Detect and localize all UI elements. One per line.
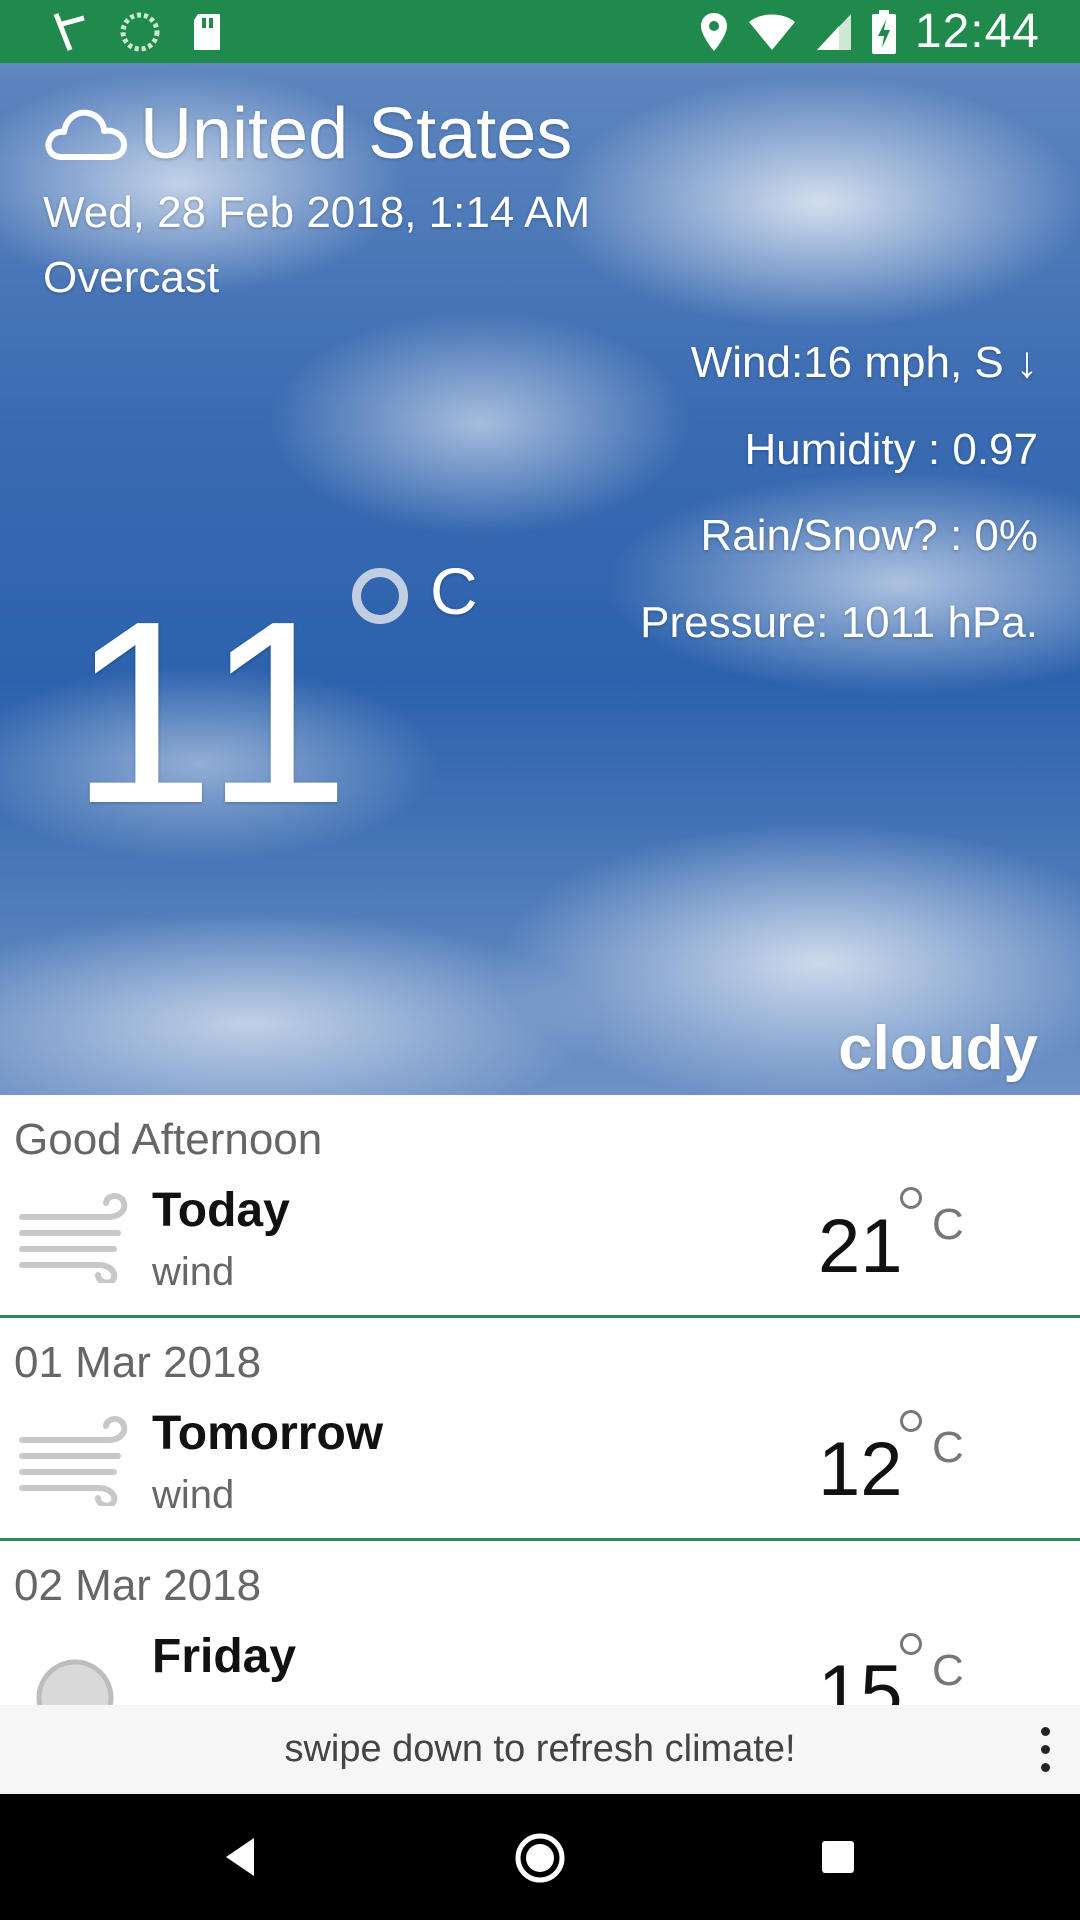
- forecast-date: 02 Mar 2018: [14, 1561, 262, 1610]
- degree-symbol: [352, 568, 408, 624]
- status-time: 12:44: [914, 5, 1040, 58]
- forecast-day: Tomorrow: [152, 1407, 384, 1460]
- degree-symbol: [900, 1633, 922, 1655]
- battery-charging-icon: [871, 9, 896, 54]
- wind-detail: Wind:16 mph, S ↓: [690, 338, 1038, 387]
- cell-signal-icon: [816, 13, 851, 50]
- forecast-card-today[interactable]: Good Afternoon Today wind 21 C: [0, 1095, 1080, 1318]
- wifi-icon: [748, 14, 795, 50]
- current-condition: Overcast: [43, 253, 220, 302]
- forecast-desc: wind: [152, 1473, 235, 1517]
- forecast-date: 01 Mar 2018: [14, 1338, 262, 1387]
- overflow-menu-icon[interactable]: [1030, 1727, 1060, 1773]
- sync-icon: [120, 12, 160, 52]
- recents-icon[interactable]: [822, 1841, 854, 1873]
- current-temperature: 11: [70, 568, 360, 858]
- weather-hero: United States Wed, 28 Feb 2018, 1:14 AM …: [0, 63, 1080, 1095]
- wind-icon: [19, 1193, 128, 1283]
- sd-card-icon: [194, 14, 220, 50]
- cloud-icon: [45, 109, 127, 160]
- degree-symbol: [900, 1410, 922, 1432]
- degree-symbol: [900, 1187, 922, 1209]
- temperature-unit: C: [430, 554, 478, 628]
- forecast-temp: 12: [818, 1427, 903, 1512]
- forecast-day: Today: [152, 1184, 290, 1237]
- navigation-bar: [0, 1794, 1080, 1920]
- forecast-unit: C: [932, 1423, 964, 1472]
- status-bar: 12:44: [0, 0, 1080, 63]
- signal-strength-icon: [53, 13, 85, 51]
- status-left: [50, 10, 226, 54]
- forecast-list[interactable]: Good Afternoon Today wind 21 C 01 Mar 20…: [0, 1095, 1080, 1761]
- home-icon[interactable]: [514, 1832, 566, 1884]
- forecast-card-tomorrow[interactable]: 01 Mar 2018 Tomorrow wind 12 C: [0, 1318, 1080, 1541]
- forecast-date: Good Afternoon: [14, 1115, 323, 1164]
- forecast-temp: 21: [818, 1204, 903, 1289]
- wind-icon: [19, 1416, 128, 1506]
- location-title: United States: [140, 94, 573, 174]
- current-datetime: Wed, 28 Feb 2018, 1:14 AM: [43, 188, 591, 237]
- humidity-detail: Humidity : 0.97: [744, 425, 1038, 474]
- forecast-day: Friday: [152, 1630, 297, 1683]
- pressure-detail: Pressure: 1011 hPa.: [640, 598, 1038, 647]
- location-icon: [700, 12, 727, 51]
- refresh-hint-text: swipe down to refresh climate!: [284, 1728, 796, 1770]
- weather-label: cloudy: [838, 1014, 1038, 1083]
- forecast-unit: C: [932, 1200, 964, 1249]
- forecast-unit: C: [932, 1646, 964, 1695]
- back-icon[interactable]: [222, 1836, 258, 1878]
- status-right: 12:44: [699, 0, 1040, 63]
- forecast-desc: wind: [152, 1250, 235, 1294]
- refresh-hint-bar: swipe down to refresh climate!: [0, 1705, 1080, 1794]
- precip-detail: Rain/Snow? : 0%: [700, 511, 1038, 560]
